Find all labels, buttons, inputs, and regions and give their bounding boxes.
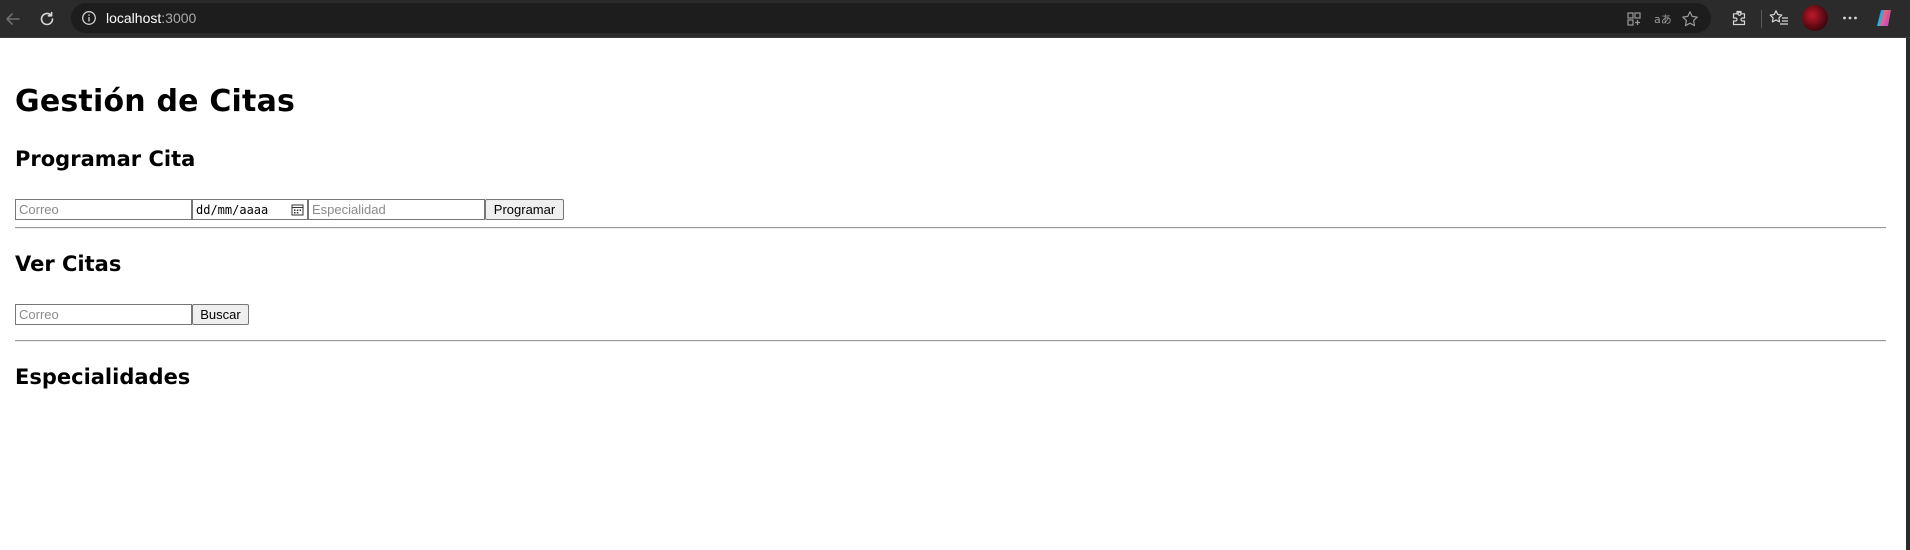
toolbar-separator <box>1761 10 1762 28</box>
view-email-input[interactable] <box>15 304 192 325</box>
site-info-icon[interactable] <box>80 9 98 27</box>
specialties-heading: Especialidades <box>15 365 191 389</box>
extensions-icon[interactable] <box>1728 7 1750 29</box>
url-text: localhost:3000 <box>106 10 196 26</box>
section-divider <box>15 340 1886 342</box>
calendar-icon[interactable] <box>291 203 304 216</box>
view-heading: Ver Citas <box>15 252 122 276</box>
search-button[interactable]: Buscar <box>192 304 249 325</box>
copilot-icon[interactable] <box>1873 7 1895 29</box>
window-edge <box>1906 38 1910 550</box>
arrow-left-icon <box>6 13 20 25</box>
schedule-heading: Programar Cita <box>15 147 196 171</box>
profile-avatar[interactable] <box>1802 5 1828 31</box>
favorites-list-icon[interactable] <box>1768 7 1790 29</box>
reload-icon <box>40 11 54 26</box>
schedule-date-input[interactable]: dd/mm/aaaa <box>192 199 308 220</box>
schedule-specialty-input[interactable] <box>308 199 485 220</box>
page-content: Gestión de Citas Programar Cita dd/mm/aa… <box>0 38 1906 550</box>
section-divider <box>15 227 1886 229</box>
split-screen-icon[interactable] <box>1624 9 1644 29</box>
favorite-star-icon[interactable] <box>1680 9 1700 29</box>
svg-text:aあ: aあ <box>1654 13 1671 26</box>
back-button[interactable] <box>0 6 26 32</box>
schedule-submit-button[interactable]: Programar <box>485 199 564 220</box>
page-title: Gestión de Citas <box>15 84 296 119</box>
url-host: localhost <box>106 10 162 26</box>
read-aloud-translate-icon[interactable]: aあ <box>1652 9 1672 29</box>
reload-button[interactable] <box>34 6 60 32</box>
more-menu-icon[interactable] <box>1839 7 1861 29</box>
browser-toolbar: localhost:3000 aあ <box>0 0 1910 38</box>
date-placeholder: dd/mm/aaaa <box>196 202 269 217</box>
address-bar[interactable]: localhost:3000 aあ <box>71 3 1711 33</box>
url-port: :3000 <box>161 10 197 26</box>
schedule-email-input[interactable] <box>15 199 192 220</box>
